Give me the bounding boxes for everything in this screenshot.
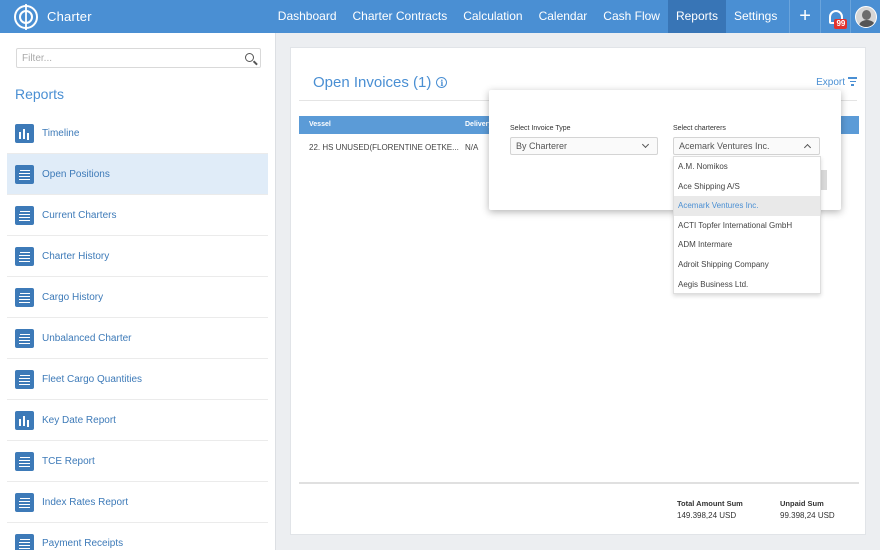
add-new-button[interactable]: + bbox=[789, 0, 820, 33]
sidebar-item-label: Timeline bbox=[42, 127, 80, 139]
sidebar-item-fleet-cargo-quantities[interactable]: Fleet Cargo Quantities bbox=[7, 359, 268, 400]
cell-delivery: N/A bbox=[465, 143, 479, 152]
dropdown-option[interactable]: A.M. Nomikos bbox=[674, 157, 820, 177]
sidebar-item-label: Fleet Cargo Quantities bbox=[42, 373, 143, 385]
list-icon bbox=[15, 369, 34, 389]
info-icon[interactable]: i bbox=[436, 77, 448, 88]
sidebar-item-timeline[interactable]: Timeline bbox=[7, 113, 268, 154]
dropdown-option[interactable]: Aegis Business Ltd. bbox=[674, 275, 820, 295]
sidebar-item-label: Open Positions bbox=[42, 168, 110, 180]
total-amount-value: 149.398,24 USD bbox=[677, 511, 737, 520]
chevron-up-icon bbox=[803, 143, 812, 152]
charterers-select[interactable]: Acemark Ventures Inc. bbox=[673, 137, 820, 155]
ship-wheel-logo-icon bbox=[14, 3, 38, 30]
brand[interactable]: Charter bbox=[0, 0, 270, 33]
dropdown-option[interactable]: ACTI Topfer International GmbH bbox=[674, 216, 820, 236]
bar-chart-icon bbox=[15, 410, 34, 430]
nav-calculation[interactable]: Calculation bbox=[455, 0, 530, 33]
total-amount-label: Total Amount Sum bbox=[677, 499, 743, 508]
invoice-type-select[interactable]: By Charterer bbox=[510, 137, 658, 155]
top-navigation-bar: Charter Dashboard Charter Contracts Calc… bbox=[0, 0, 880, 33]
filter-input[interactable] bbox=[17, 49, 237, 67]
sidebar-item-label: Cargo History bbox=[42, 291, 104, 303]
list-icon bbox=[15, 451, 34, 471]
list-icon bbox=[15, 246, 34, 266]
sidebar-item-label: Charter History bbox=[42, 250, 110, 262]
sidebar-item-open-positions[interactable]: Open Positions bbox=[7, 154, 268, 195]
charterers-label: Select charterers bbox=[673, 125, 726, 132]
sidebar-item-charter-history[interactable]: Charter History bbox=[7, 236, 268, 277]
charterers-value: Acemark Ventures Inc. bbox=[679, 141, 770, 151]
list-icon bbox=[15, 205, 34, 225]
filter-icon[interactable] bbox=[848, 77, 857, 86]
sidebar-item-index-rates-report[interactable]: Index Rates Report bbox=[7, 482, 268, 523]
sidebar-item-label: Payment Receipts bbox=[42, 537, 124, 549]
list-icon bbox=[15, 164, 34, 184]
dropdown-option[interactable]: Ace Shipping A/S bbox=[674, 177, 820, 197]
sidebar-item-label: Unbalanced Charter bbox=[42, 332, 132, 344]
invoice-type-value: By Charterer bbox=[516, 141, 568, 151]
sidebar-item-label: Current Charters bbox=[42, 209, 117, 221]
sidebar-item-tce-report[interactable]: TCE Report bbox=[7, 441, 268, 482]
list-icon bbox=[15, 533, 34, 550]
sidebar-item-unbalanced-charter[interactable]: Unbalanced Charter bbox=[7, 318, 268, 359]
divider bbox=[299, 482, 859, 484]
nav-settings[interactable]: Settings bbox=[726, 0, 785, 33]
dropdown-option[interactable]: Adroit Shipping Company bbox=[674, 255, 820, 275]
nav-cash-flow[interactable]: Cash Flow bbox=[595, 0, 668, 33]
sidebar-item-current-charters[interactable]: Current Charters bbox=[7, 195, 268, 236]
nav-calendar[interactable]: Calendar bbox=[531, 0, 596, 33]
sidebar-item-payment-receipts[interactable]: Payment Receipts bbox=[7, 523, 268, 550]
list-icon bbox=[15, 492, 34, 512]
charterers-dropdown: A.M. Nomikos Ace Shipping A/S Acemark Ve… bbox=[673, 156, 821, 294]
export-button[interactable]: Export bbox=[816, 77, 845, 88]
avatar bbox=[854, 5, 877, 28]
dropdown-option[interactable]: ADM Intermare bbox=[674, 235, 820, 255]
bar-chart-icon bbox=[15, 123, 34, 143]
sidebar-item-key-date-report[interactable]: Key Date Report bbox=[7, 400, 268, 441]
page-title-text: Open Invoices (1) bbox=[313, 74, 432, 91]
dropdown-option-selected[interactable]: Acemark Ventures Inc. bbox=[674, 196, 820, 216]
column-header-vessel[interactable]: Vessel bbox=[309, 121, 331, 128]
nav-charter-contracts[interactable]: Charter Contracts bbox=[345, 0, 456, 33]
sidebar: Reports Timeline Open Positions Current … bbox=[0, 33, 276, 550]
app-name: Charter bbox=[47, 9, 92, 24]
sidebar-item-label: TCE Report bbox=[42, 455, 95, 467]
main-nav: Dashboard Charter Contracts Calculation … bbox=[270, 0, 786, 33]
unpaid-sum-value: 99.398,24 USD bbox=[780, 511, 835, 520]
cell-vessel: 22. HS UNUSED(FLORENTINE OETKE... bbox=[309, 143, 459, 152]
sidebar-item-label: Index Rates Report bbox=[42, 496, 129, 508]
sidebar-item-cargo-history[interactable]: Cargo History bbox=[7, 277, 268, 318]
nav-dashboard[interactable]: Dashboard bbox=[270, 0, 345, 33]
notification-count-badge: 99 bbox=[834, 19, 848, 29]
filter-box bbox=[16, 48, 261, 68]
reports-list: Timeline Open Positions Current Charters… bbox=[7, 113, 268, 550]
list-icon bbox=[15, 328, 34, 348]
search-icon[interactable] bbox=[245, 53, 254, 62]
nav-reports[interactable]: Reports bbox=[667, 0, 726, 33]
list-icon bbox=[15, 287, 34, 307]
sidebar-item-label: Key Date Report bbox=[42, 414, 116, 426]
sidebar-title: Reports bbox=[15, 86, 65, 102]
invoice-type-label: Select Invoice Type bbox=[510, 125, 571, 132]
chevron-down-icon bbox=[641, 140, 650, 149]
unpaid-sum-label: Unpaid Sum bbox=[780, 499, 824, 508]
user-menu-button[interactable] bbox=[850, 0, 880, 33]
notifications-button[interactable]: 99 bbox=[819, 0, 851, 33]
page-title: Open Invoices (1) i bbox=[313, 74, 448, 91]
